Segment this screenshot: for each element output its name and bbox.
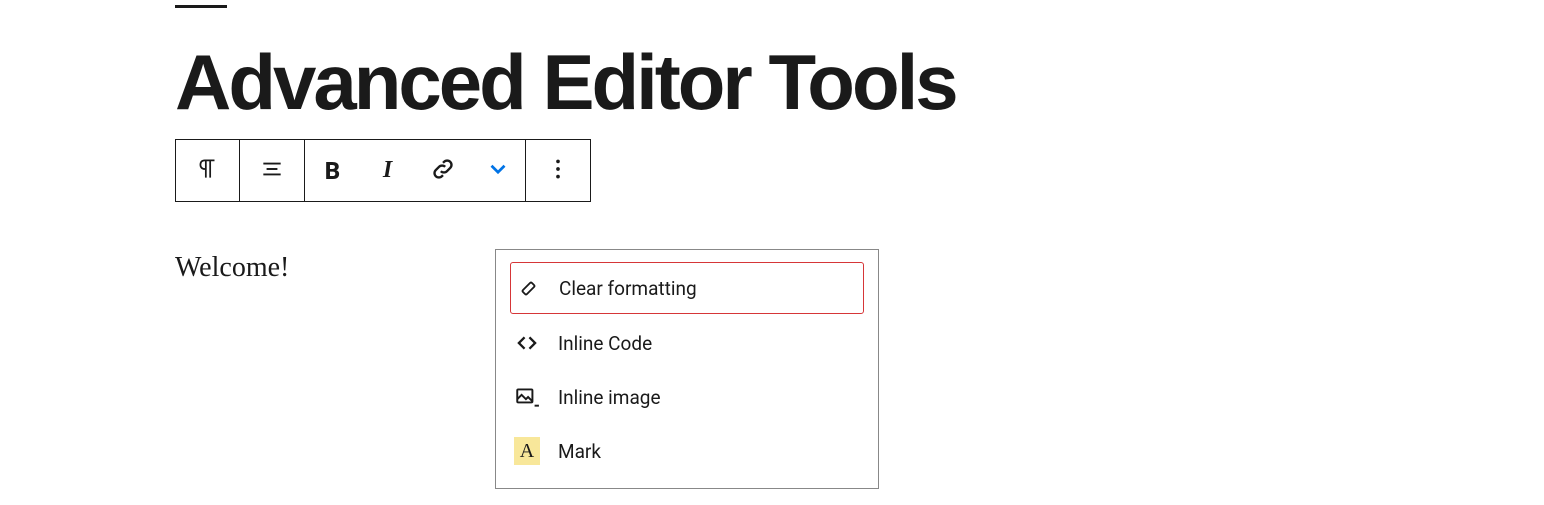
dropdown-item-label: Inline image	[558, 386, 661, 409]
formatting-dropdown: Clear formatting Inline Code Inline imag…	[495, 249, 879, 489]
link-button[interactable]	[415, 140, 470, 201]
link-icon	[430, 156, 456, 186]
italic-button[interactable]: I	[360, 140, 415, 201]
more-formatting-button[interactable]	[470, 140, 525, 201]
toolbar-group-more	[525, 139, 591, 202]
page-title: Advanced Editor Tools	[175, 43, 1544, 121]
bold-icon: B	[325, 157, 340, 185]
dropdown-item-clear-formatting[interactable]: Clear formatting	[510, 262, 864, 314]
dropdown-item-inline-image[interactable]: Inline image	[496, 370, 878, 424]
dropdown-item-label: Clear formatting	[559, 277, 697, 300]
paragraph-button[interactable]	[176, 140, 240, 201]
dropdown-item-label: Mark	[558, 440, 601, 463]
chevron-down-icon	[485, 156, 511, 186]
toolbar-group-format: B I	[304, 139, 526, 202]
image-icon	[514, 384, 540, 410]
mark-icon: A	[514, 438, 540, 464]
toolbar-group-block	[175, 139, 305, 202]
dropdown-item-mark[interactable]: A Mark	[496, 424, 878, 478]
dropdown-item-inline-code[interactable]: Inline Code	[496, 316, 878, 370]
italic-icon: I	[383, 157, 392, 184]
align-button[interactable]	[240, 140, 304, 201]
eraser-icon	[515, 275, 541, 301]
dropdown-item-label: Inline Code	[558, 332, 652, 355]
paragraph-icon	[195, 156, 221, 186]
code-icon	[514, 330, 540, 356]
bold-button[interactable]: B	[305, 140, 360, 201]
more-vertical-icon	[545, 156, 571, 186]
more-options-button[interactable]	[526, 140, 590, 201]
align-icon	[259, 156, 285, 186]
block-toolbar: B I	[175, 139, 1544, 202]
section-divider	[175, 5, 227, 8]
